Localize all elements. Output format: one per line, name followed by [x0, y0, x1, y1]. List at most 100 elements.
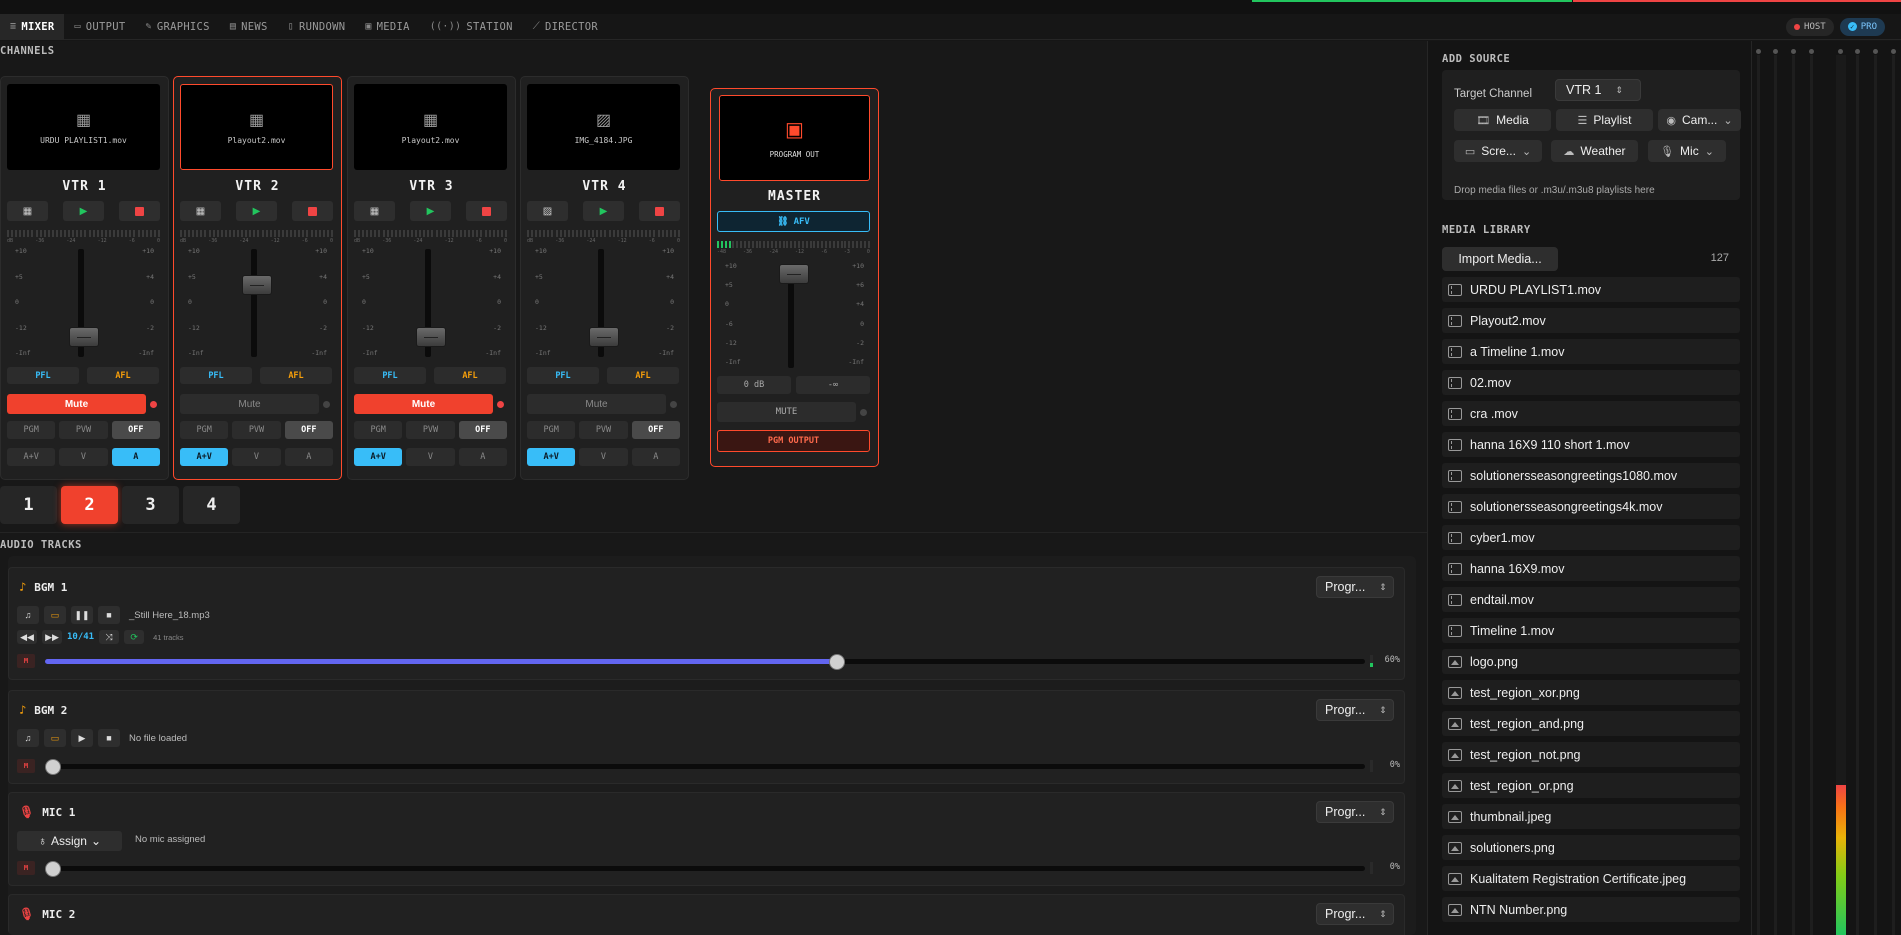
play-icon[interactable]: ▶ — [63, 201, 104, 221]
route-off-button[interactable]: OFF — [111, 421, 160, 439]
output-select[interactable]: Progr... ⇕ — [1316, 576, 1394, 598]
host-badge[interactable]: HOST — [1786, 17, 1834, 36]
mode-av-button[interactable]: A+V — [180, 448, 229, 466]
folder-icon[interactable]: ▭ — [44, 729, 66, 747]
mute-button[interactable]: Mute — [527, 394, 666, 414]
media-item[interactable]: hanna 16X9 110 short 1.mov — [1442, 432, 1740, 457]
source-cam-button[interactable]: ◉ Cam... ⌄ — [1658, 109, 1741, 131]
forward-icon[interactable]: ▶▶ — [42, 630, 62, 644]
mode-v-button[interactable]: V — [59, 448, 108, 466]
route-pgm-button[interactable]: PGM — [7, 421, 56, 439]
output-select[interactable]: Progr... ⇕ — [1316, 699, 1394, 721]
source-scre-button[interactable]: ▭ Scre... ⌄ — [1454, 140, 1542, 162]
pfl-button[interactable]: PFL — [180, 367, 252, 384]
master-db-readout[interactable]: 0 dB — [717, 376, 791, 394]
channel-preview[interactable]: ▦ URDU PLAYLIST1.mov — [7, 84, 160, 170]
media-item[interactable]: 02.mov — [1442, 370, 1740, 395]
media-item[interactable]: solutionersseasongreetings4k.mov — [1442, 494, 1740, 519]
mute-toggle[interactable]: M — [17, 654, 35, 668]
pgm-output-button[interactable]: PGM OUTPUT — [717, 430, 870, 452]
pro-badge[interactable]: ✓ PRO — [1839, 17, 1885, 36]
mute-toggle[interactable]: M — [17, 759, 35, 773]
mode-av-button[interactable]: A+V — [354, 448, 403, 466]
media-item[interactable]: cra .mov — [1442, 401, 1740, 426]
media-item[interactable]: solutionersseasongreetings1080.mov — [1442, 463, 1740, 488]
media-item[interactable]: thumbnail.jpeg — [1442, 804, 1740, 829]
nav-tab-rundown[interactable]: ▯ RUNDOWN — [278, 14, 356, 40]
afl-button[interactable]: AFL — [87, 367, 159, 384]
route-off-button[interactable]: OFF — [284, 421, 333, 439]
nav-tab-graphics[interactable]: ✎ GRAPHICS — [136, 14, 220, 40]
play-icon[interactable]: ▶ — [236, 201, 277, 221]
volume-slider[interactable] — [45, 759, 1365, 775]
fader-knob[interactable] — [416, 327, 446, 347]
bank-button-1[interactable]: 1 — [0, 486, 57, 524]
target-channel-select[interactable]: VTR 1 ⇕ — [1555, 79, 1641, 101]
nav-tab-news[interactable]: ▤ NEWS — [220, 14, 278, 40]
stop-icon[interactable] — [119, 201, 160, 221]
media-item[interactable]: endtail.mov — [1442, 587, 1740, 612]
master-inf-readout[interactable]: -∞ — [796, 376, 870, 394]
route-off-button[interactable]: OFF — [631, 421, 680, 439]
mute-toggle[interactable]: M — [17, 861, 35, 875]
media-item[interactable]: NTN Number.png — [1442, 897, 1740, 922]
image-icon[interactable]: ▨ — [527, 201, 568, 221]
stop-icon[interactable] — [466, 201, 507, 221]
stop-icon[interactable] — [639, 201, 680, 221]
master-fader-knob[interactable] — [779, 264, 809, 284]
volume-thumb[interactable] — [829, 654, 845, 670]
play-icon[interactable]: ▶ — [583, 201, 624, 221]
stop-icon[interactable]: ■ — [98, 729, 120, 747]
pfl-button[interactable]: PFL — [354, 367, 426, 384]
output-select[interactable]: Progr... ⇕ — [1316, 903, 1394, 925]
route-pgm-button[interactable]: PGM — [354, 421, 403, 439]
route-off-button[interactable]: OFF — [458, 421, 507, 439]
afv-button[interactable]: ⛓ AFV — [717, 211, 870, 232]
route-pgm-button[interactable]: PGM — [527, 421, 576, 439]
media-item[interactable]: solutioners.png — [1442, 835, 1740, 860]
fader-knob[interactable] — [242, 275, 272, 295]
source-mic-button[interactable]: 🎙 Mic ⌄ — [1648, 140, 1726, 162]
nav-tab-station[interactable]: ((·)) STATION — [420, 14, 523, 40]
stop-icon[interactable]: ■ — [98, 606, 120, 624]
play-icon[interactable]: ▶ — [410, 201, 451, 221]
film-icon[interactable]: ▦ — [354, 201, 395, 221]
media-item[interactable]: logo.png — [1442, 649, 1740, 674]
channel-preview[interactable]: ▦ Playout2.mov — [354, 84, 507, 170]
media-item[interactable]: a Timeline 1.mov — [1442, 339, 1740, 364]
media-item[interactable]: Timeline 1.mov — [1442, 618, 1740, 643]
pfl-button[interactable]: PFL — [7, 367, 79, 384]
media-item[interactable]: cyber1.mov — [1442, 525, 1740, 550]
fader-knob[interactable] — [589, 327, 619, 347]
mode-av-button[interactable]: A+V — [7, 448, 56, 466]
repeat-icon[interactable]: ⟳ — [124, 630, 145, 644]
pause-icon[interactable]: ❚❚ — [71, 606, 93, 624]
volume-slider[interactable] — [45, 861, 1365, 877]
channel-preview[interactable]: ▨ IMG_4184.JPG — [527, 84, 680, 170]
volume-thumb[interactable] — [45, 861, 61, 877]
load-file-icon[interactable]: ♫ — [17, 606, 39, 624]
mode-a-button[interactable]: A — [111, 448, 160, 466]
mode-v-button[interactable]: V — [232, 448, 281, 466]
film-icon[interactable]: ▦ — [7, 201, 48, 221]
bank-button-4[interactable]: 4 — [183, 486, 240, 524]
media-item[interactable]: Playout2.mov — [1442, 308, 1740, 333]
afl-button[interactable]: AFL — [607, 367, 679, 384]
shuffle-icon[interactable]: ⤨ — [99, 630, 120, 644]
folder-icon[interactable]: ▭ — [44, 606, 66, 624]
output-select[interactable]: Progr... ⇕ — [1316, 801, 1394, 823]
route-pvw-button[interactable]: PVW — [406, 421, 455, 439]
source-playlist-button[interactable]: ☰ Playlist — [1556, 109, 1653, 131]
route-pgm-button[interactable]: PGM — [180, 421, 229, 439]
stop-icon[interactable] — [292, 201, 333, 221]
bank-button-3[interactable]: 3 — [122, 486, 179, 524]
load-file-icon[interactable]: ♫ — [17, 729, 39, 747]
channel-preview[interactable]: ▦ Playout2.mov — [180, 84, 333, 170]
program-out-preview[interactable]: ▣ PROGRAM OUT — [719, 95, 870, 181]
assign-mic-button[interactable]: ♁ Assign ⌄ — [17, 831, 122, 851]
afl-button[interactable]: AFL — [260, 367, 332, 384]
nav-tab-output[interactable]: ▭ OUTPUT — [64, 14, 135, 40]
mute-button[interactable]: Mute — [354, 394, 493, 414]
media-item[interactable]: URDU PLAYLIST1.mov — [1442, 277, 1740, 302]
source-media-button[interactable]: 🎞 Media — [1454, 109, 1551, 131]
